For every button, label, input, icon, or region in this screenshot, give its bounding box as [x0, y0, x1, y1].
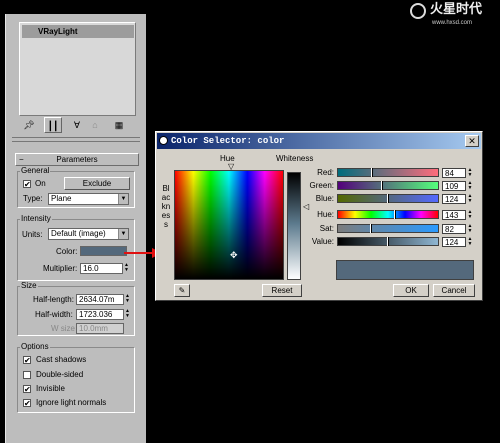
channel-slider[interactable]: [337, 210, 439, 219]
watermark-brand: 火星时代: [430, 2, 483, 17]
whiteness-bar[interactable]: [287, 172, 301, 280]
half-length-input[interactable]: 2634.07m: [76, 294, 124, 305]
object-list[interactable]: VRayLight: [19, 22, 136, 116]
channel-label: Sat:: [319, 224, 334, 233]
channel-label: Hue:: [317, 210, 334, 219]
divider: [12, 141, 140, 142]
half-width-spinner[interactable]: ▲ ▼: [125, 309, 131, 320]
units-label: Units:: [22, 230, 43, 239]
slider-thumb[interactable]: [394, 210, 396, 219]
channel-slider[interactable]: [337, 168, 439, 177]
size-group-title: Size: [20, 281, 38, 290]
cast-shadows-checkbox[interactable]: ✔: [23, 356, 31, 365]
reset-button[interactable]: Reset: [262, 284, 302, 297]
slider-thumb[interactable]: [387, 194, 389, 203]
cast-shadows-label: Cast shadows: [36, 355, 87, 364]
channel-value-input[interactable]: 124: [442, 237, 466, 247]
stack-icon[interactable]: ┃┃: [44, 117, 62, 133]
eyedropper-button[interactable]: ✎: [174, 284, 190, 297]
slider-thumb[interactable]: [387, 237, 389, 246]
units-value: Default (image): [51, 229, 106, 238]
divider: [12, 137, 140, 138]
watermark-flame-icon: [410, 3, 426, 19]
crosshair-icon: ✥: [230, 250, 238, 260]
ignore-light-normals-label: Ignore light normals: [36, 398, 107, 407]
ok-button[interactable]: OK: [393, 284, 429, 297]
app-icon: [159, 136, 168, 145]
channel-spinner[interactable]: ▲ ▼: [467, 237, 473, 247]
channel-slider[interactable]: [337, 224, 439, 233]
channel-label: Green:: [309, 181, 334, 190]
slider-thumb[interactable]: [371, 168, 373, 177]
color-selector-dialog: Color Selector: color ✕ Hue ▽ Whiteness …: [155, 131, 483, 301]
channel-label: Blue:: [315, 194, 334, 203]
multiplier-input[interactable]: 16.0: [80, 263, 123, 274]
chevron-down-icon: ▼: [118, 194, 128, 204]
channel-slider[interactable]: [337, 194, 439, 203]
close-icon[interactable]: ✕: [465, 135, 479, 147]
channel-spinner[interactable]: ▲ ▼: [467, 181, 473, 191]
parameters-rollout[interactable]: − Parameters: [15, 153, 139, 166]
channel-value-input[interactable]: 84: [442, 168, 466, 178]
dialog-title: Color Selector: color: [171, 136, 285, 146]
color-preview: [336, 260, 474, 280]
channel-spinner[interactable]: ▲ ▼: [467, 168, 473, 178]
ignore-light-normals-checkbox[interactable]: ✔: [23, 399, 31, 408]
chevron-down-icon: ▼: [118, 229, 128, 239]
channel-value-input[interactable]: 143: [442, 210, 466, 220]
type-label: Type:: [23, 194, 43, 203]
general-group-title: General: [20, 166, 51, 175]
half-width-input[interactable]: 1723.036: [76, 309, 124, 320]
whiteness-label: Whiteness: [276, 154, 314, 163]
invisible-checkbox[interactable]: ✔: [23, 385, 31, 394]
slider-thumb[interactable]: [381, 181, 383, 190]
channel-value-input[interactable]: 82: [442, 224, 466, 234]
channel-spinner[interactable]: ▲ ▼: [467, 194, 473, 204]
color-swatch[interactable]: [80, 246, 127, 256]
eyedropper-icon: ✎: [178, 286, 186, 295]
multiplier-label: Multiplier:: [43, 264, 78, 273]
channel-value-input[interactable]: 109: [442, 181, 466, 191]
on-checkbox[interactable]: ✔: [23, 180, 31, 189]
options-group-title: Options: [20, 342, 50, 351]
type-dropdown[interactable]: Plane ▼: [48, 193, 129, 205]
double-sided-checkbox[interactable]: [23, 371, 31, 379]
configure-icon[interactable]: ▦: [110, 117, 128, 133]
half-width-label: Half-width:: [35, 310, 73, 319]
pin-icon[interactable]: 📌︎: [20, 117, 38, 133]
cancel-button[interactable]: Cancel: [433, 284, 475, 297]
fork-icon[interactable]: ∀: [68, 117, 86, 133]
half-length-label: Half-length:: [33, 295, 74, 304]
slider-thumb[interactable]: [370, 224, 372, 233]
object-name[interactable]: VRayLight: [22, 25, 134, 38]
channel-value-input[interactable]: 124: [442, 194, 466, 204]
channel-spinner[interactable]: ▲ ▼: [467, 224, 473, 234]
blackness-label: Blackness: [161, 184, 171, 229]
double-sided-label: Double-sided: [36, 370, 84, 379]
rollout-minus-icon: −: [19, 155, 24, 164]
w-size-input: 10.0mm: [76, 323, 124, 334]
w-size-label: W size: [51, 324, 75, 333]
half-length-spinner[interactable]: ▲ ▼: [125, 294, 131, 305]
watermark-url: www.hxsd.com: [432, 20, 473, 26]
command-panel: VRayLight 📌︎ ┃┃ ∀ ⌂ ▦ − Parameters Gener…: [5, 14, 146, 443]
intensity-group-title: Intensity: [20, 214, 52, 223]
parameters-rollout-label: Parameters: [56, 155, 98, 164]
channel-spinner[interactable]: ▲ ▼: [467, 210, 473, 220]
watermark-logo: 火星时代 www.hxsd.com: [410, 2, 498, 30]
units-dropdown[interactable]: Default (image) ▼: [48, 228, 129, 240]
color-label: Color:: [56, 247, 78, 256]
on-label: On: [35, 179, 46, 188]
channel-slider[interactable]: [337, 181, 439, 190]
trash-icon[interactable]: ⌂: [86, 117, 104, 133]
channel-label: Red:: [317, 168, 334, 177]
dialog-titlebar[interactable]: Color Selector: color ✕: [157, 133, 481, 149]
multiplier-spinner[interactable]: ▲ ▼: [124, 263, 130, 274]
channel-slider[interactable]: [337, 237, 439, 246]
invisible-label: Invisible: [36, 384, 65, 393]
exclude-button[interactable]: Exclude: [64, 177, 130, 190]
channel-label: Value:: [311, 237, 334, 246]
hue-blackness-spectrum[interactable]: ✥: [174, 170, 284, 280]
type-value: Plane: [51, 194, 72, 203]
